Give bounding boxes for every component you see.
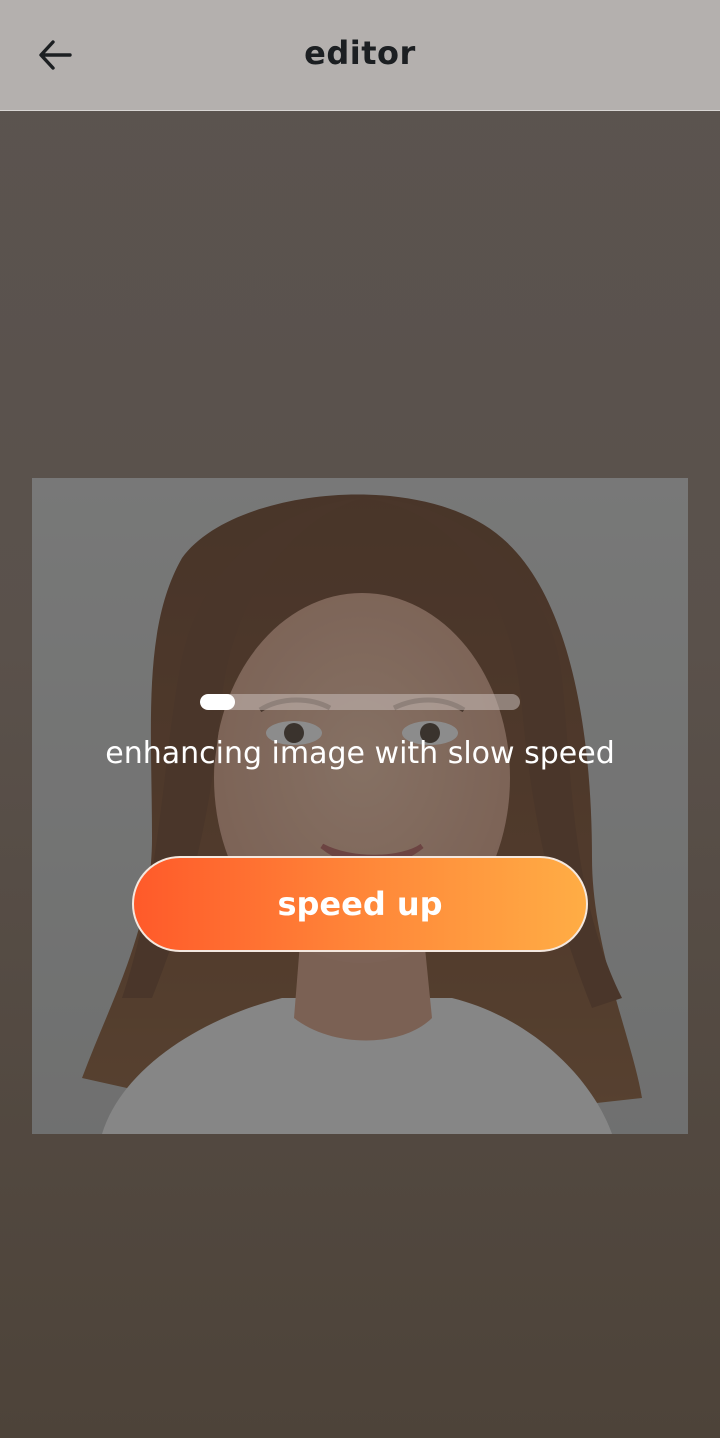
app-bar: editor bbox=[0, 0, 720, 111]
page-title: editor bbox=[304, 34, 416, 72]
status-text: enhancing image with slow speed bbox=[105, 736, 615, 771]
progress-bar bbox=[200, 694, 520, 710]
dim-overlay bbox=[32, 478, 688, 1134]
speed-up-button[interactable]: speed up bbox=[132, 856, 588, 952]
portrait-photo bbox=[32, 478, 688, 1134]
progress-fill bbox=[200, 694, 236, 710]
